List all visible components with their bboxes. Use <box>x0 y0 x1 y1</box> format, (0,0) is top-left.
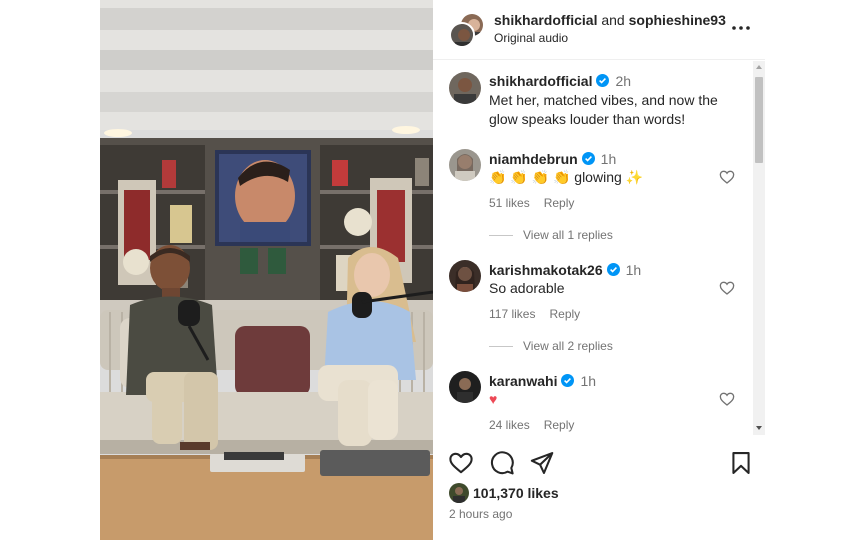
comment-likes[interactable]: 51 likes <box>489 196 530 210</box>
avatar[interactable] <box>449 260 481 292</box>
verified-badge-icon <box>561 374 575 387</box>
more-horizontal-icon[interactable] <box>729 16 753 40</box>
comment-meta: 24 likes Reply <box>489 418 588 432</box>
view-replies-button[interactable]: View all 1 replies <box>489 228 613 242</box>
timestamp[interactable]: 1h <box>580 373 596 389</box>
comment-icon[interactable] <box>489 450 515 476</box>
caption-text: Met her, matched vibes, and now the glow… <box>489 92 718 127</box>
comment-meta: 117 likes Reply <box>489 307 594 321</box>
avatar[interactable] <box>449 72 481 104</box>
post-actions: 101,370 likes 2 hours ago <box>433 436 765 540</box>
scrollbar-thumb[interactable] <box>755 77 763 163</box>
comment-text: So adorable <box>489 280 565 296</box>
comment-item: niamhdebrun 1h 👏 👏 👏 👏 glowing ✨ 51 likes… <box>449 149 753 259</box>
post-photo[interactable] <box>100 0 433 540</box>
view-replies-label: View all 2 replies <box>523 339 613 353</box>
collab-joiner: and <box>601 12 625 28</box>
instagram-post-window: shikhardofficial and sophieshine93 Origi… <box>0 0 864 540</box>
scroll-down-arrow-icon[interactable] <box>756 426 762 430</box>
username-link[interactable]: shikhardofficial <box>494 12 597 28</box>
avatar[interactable] <box>449 149 481 181</box>
reply-button[interactable]: Reply <box>549 307 580 321</box>
comment-likes[interactable]: 117 likes <box>489 307 535 321</box>
heart-icon[interactable] <box>719 391 735 407</box>
comment-likes[interactable]: 24 likes <box>489 418 530 432</box>
comments-list[interactable]: shikhardofficial 2h Met her, matched vibe… <box>433 61 765 435</box>
comments-scrollbar[interactable] <box>753 61 765 435</box>
scroll-up-arrow-icon[interactable] <box>756 65 762 69</box>
username-link[interactable]: karanwahi <box>489 373 557 389</box>
heart-icon[interactable] <box>719 280 735 296</box>
comment-header: karishmakotak26 1h <box>489 262 641 280</box>
verified-badge-icon <box>581 152 595 165</box>
verified-badge-icon <box>606 263 620 276</box>
username-link[interactable]: niamhdebrun <box>489 151 578 167</box>
photo-scene <box>100 0 433 540</box>
replies-divider <box>489 346 513 347</box>
bookmark-icon[interactable] <box>728 450 754 476</box>
comment-header: niamhdebrun 1h <box>489 151 616 169</box>
post-header: shikhardofficial and sophieshine93 Origi… <box>433 0 765 60</box>
replies-divider <box>489 235 513 236</box>
comment-header: karanwahi 1h <box>489 373 596 391</box>
collab-avatars[interactable] <box>449 12 485 48</box>
collab-names: shikhardofficial and sophieshine93 <box>494 12 726 28</box>
post-side-panel: shikhardofficial and sophieshine93 Origi… <box>433 0 765 540</box>
timestamp[interactable]: 1h <box>626 262 642 278</box>
likes-count: 101,370 likes <box>473 485 559 501</box>
audio-link[interactable]: Original audio <box>494 31 568 45</box>
send-icon[interactable] <box>529 450 555 476</box>
reply-button[interactable]: Reply <box>544 418 575 432</box>
comment-meta: 51 likes Reply <box>489 196 588 210</box>
comment-item: karanwahi 1h ♥ 24 likes Reply <box>449 371 753 435</box>
comment-text: ♥ <box>489 391 498 407</box>
view-replies-button[interactable]: View all 2 replies <box>489 339 613 353</box>
reply-button[interactable]: Reply <box>544 196 575 210</box>
username-link[interactable]: karishmakotak26 <box>489 262 603 278</box>
username-link[interactable]: shikhardofficial <box>489 73 592 89</box>
avatar[interactable] <box>449 371 481 403</box>
view-replies-label: View all 1 replies <box>523 228 613 242</box>
timestamp[interactable]: 2h <box>615 73 631 89</box>
heart-icon[interactable] <box>448 450 474 476</box>
comment-text: 👏 👏 👏 👏 glowing ✨ <box>489 169 644 185</box>
avatar[interactable] <box>449 22 475 48</box>
caption-header: shikhardofficial 2h <box>489 73 631 91</box>
comment-item: karishmakotak26 1h So adorable 117 likes R… <box>449 260 753 370</box>
post-time[interactable]: 2 hours ago <box>449 507 512 521</box>
timestamp[interactable]: 1h <box>601 151 617 167</box>
avatar <box>449 483 469 503</box>
heart-icon[interactable] <box>719 169 735 185</box>
username-link[interactable]: sophieshine93 <box>629 12 726 28</box>
verified-badge-icon <box>596 74 610 87</box>
